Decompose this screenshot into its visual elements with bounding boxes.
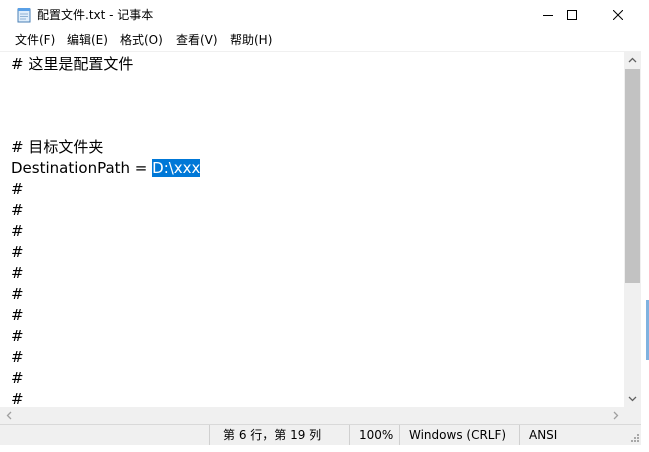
scroll-right-button[interactable] (607, 407, 624, 424)
vertical-scrollbar[interactable] (624, 51, 641, 407)
editor-line: # (11, 285, 24, 303)
chevron-left-icon (6, 411, 11, 420)
editor-line: # (11, 243, 24, 261)
window-edge (641, 30, 649, 452)
chevron-right-icon (613, 411, 618, 420)
editor-line: # (11, 306, 24, 324)
scrollbar-corner (624, 407, 641, 424)
status-divider (349, 425, 350, 445)
vertical-scroll-thumb[interactable] (625, 69, 640, 283)
status-bar: 第 6 行，第 19 列 100% Windows (CRLF) ANSI (0, 424, 641, 445)
editor-line: # (11, 201, 24, 219)
horizontal-scrollbar[interactable] (0, 407, 624, 424)
window-title: 配置文件.txt - 记事本 (37, 8, 154, 22)
editor-line: # (11, 327, 24, 345)
editor-line: # (11, 369, 24, 387)
close-icon (613, 10, 623, 20)
line-ending: Windows (CRLF) (409, 428, 507, 442)
menu-bar: 文件(F) 编辑(E) 格式(O) 查看(V) 帮助(H) (0, 30, 649, 51)
status-divider (209, 425, 210, 445)
line-text: DestinationPath = (11, 159, 153, 177)
encoding: ANSI (529, 428, 558, 442)
menu-edit[interactable]: 编辑(E) (67, 33, 108, 48)
notepad-icon (17, 8, 31, 23)
chevron-down-icon (628, 396, 637, 401)
editor-line: # (11, 180, 24, 198)
selected-text: D:\xxx (152, 159, 201, 177)
text-editor[interactable]: # 这里是配置文件 # 目标文件夹 DestinationPath = D:\x… (0, 51, 624, 408)
editor-line: # (11, 390, 24, 408)
menu-help[interactable]: 帮助(H) (230, 33, 272, 48)
resize-grip-icon[interactable] (631, 434, 639, 442)
menu-view[interactable]: 查看(V) (176, 33, 218, 48)
editor-line: # 这里是配置文件 (11, 55, 134, 73)
zoom-level: 100% (359, 428, 394, 442)
maximize-button[interactable] (549, 0, 595, 30)
close-button[interactable] (595, 0, 641, 30)
notepad-window: 配置文件.txt - 记事本 文件(F) 编辑(E) 格式(O) 查看(V) 帮… (0, 0, 649, 452)
editor-line: # (11, 264, 24, 282)
menu-file[interactable]: 文件(F) (15, 33, 55, 48)
cursor-position: 第 6 行，第 19 列 (223, 428, 322, 442)
editor-line-cursor: DestinationPath = D:\xxx (11, 158, 201, 178)
maximize-icon (567, 10, 577, 20)
title-bar[interactable]: 配置文件.txt - 记事本 (0, 0, 649, 30)
menu-format[interactable]: 格式(O) (120, 33, 163, 48)
editor-line: # (11, 222, 24, 240)
scroll-left-button[interactable] (0, 407, 17, 424)
status-divider (399, 425, 400, 445)
window-edge (0, 445, 641, 452)
editor-line: # 目标文件夹 (11, 138, 104, 156)
chevron-up-icon (628, 57, 637, 62)
status-divider (519, 425, 520, 445)
editor-line: # (11, 348, 24, 366)
scroll-up-button[interactable] (624, 51, 641, 68)
scroll-down-button[interactable] (624, 390, 641, 407)
